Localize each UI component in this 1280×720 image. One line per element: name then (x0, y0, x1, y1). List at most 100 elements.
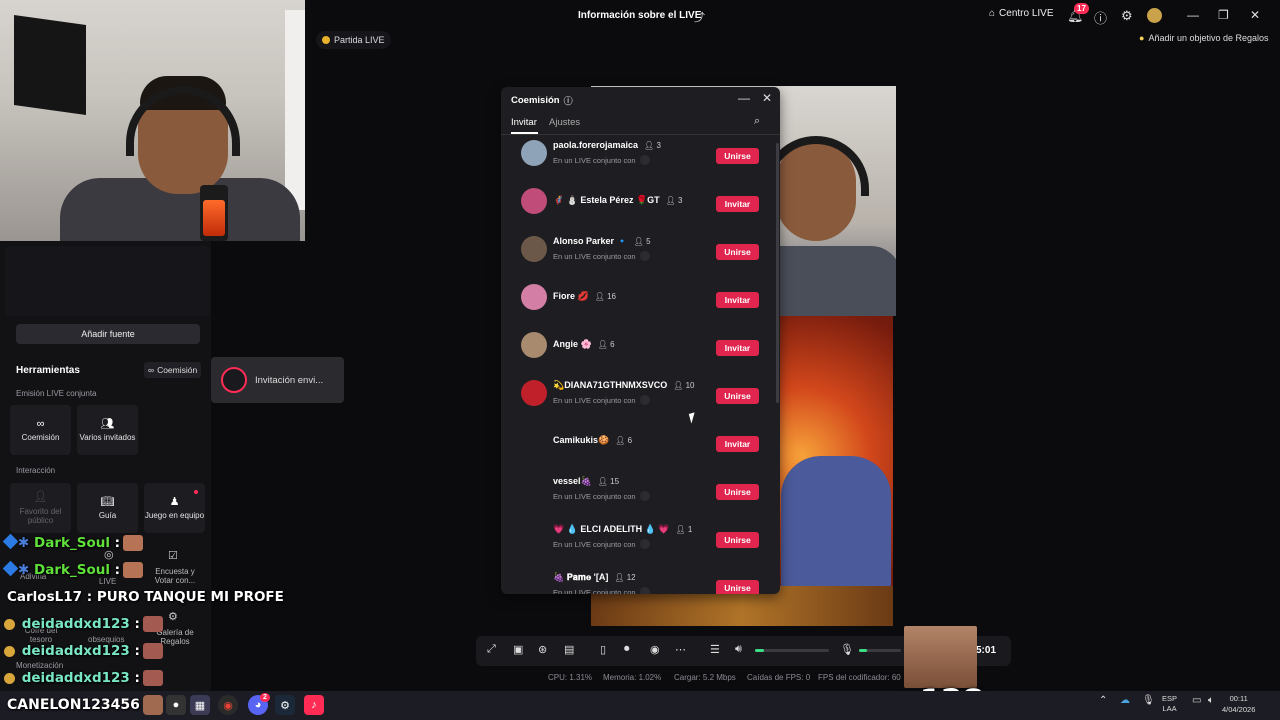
mic-icon[interactable]: 🎙︎ (840, 643, 854, 656)
cohost-row: paola.forerojamaica 👤︎ 3 En un LIVE conjun… (501, 130, 780, 178)
add-gift-goal-button[interactable]: ● Añadir un objetivo de Regalos (1139, 33, 1269, 43)
section-monetizacion: Monetización (16, 661, 64, 670)
joint-live-subtitle: En un LIVE conjunto con (553, 155, 650, 165)
camera-icon[interactable]: ◉ (650, 643, 660, 656)
invite-button[interactable]: Invitar (716, 292, 759, 308)
magic-icon[interactable]: ⤢ (487, 643, 496, 656)
host-mini-avatar (639, 155, 650, 165)
user-avatar[interactable] (521, 524, 547, 550)
coemision-chip[interactable]: ∞ Coemisión (144, 362, 202, 378)
chat-line: CarlosL17 : PURO TANQUE MI PROFE (7, 589, 284, 605)
participant-count: 👤︎ 6 (615, 436, 633, 445)
add-source-button[interactable]: Añadir fuente (16, 324, 200, 344)
close-icon[interactable]: ✕ (1250, 8, 1260, 22)
layout-icon[interactable]: ▣ (513, 643, 523, 656)
discord-badge: 2 (260, 693, 270, 702)
cloud-icon[interactable]: ☁ (1120, 694, 1130, 707)
cohost-row: Fiore 💋 👤︎ 16 Invitar (501, 274, 780, 322)
more-icon[interactable]: ⋯ (675, 643, 686, 656)
user-avatar[interactable] (521, 476, 547, 502)
tool-coemision[interactable]: ∞ Coemisión (10, 405, 71, 455)
chrome-icon[interactable]: ◉ (218, 695, 238, 715)
chat-line: deidaddxd123 : (4, 643, 163, 659)
join-button[interactable]: Unirse (716, 580, 759, 594)
chat-line: deidaddxd123 : (4, 670, 163, 686)
user-avatar[interactable] (521, 572, 547, 594)
chat-line: ✱ Dark_Soul : (2, 533, 144, 551)
volume-icon[interactable]: 🔊︎ (735, 643, 742, 656)
host-mini-avatar (639, 251, 650, 261)
tool-live[interactable]: LIVE (99, 577, 116, 586)
cohost-row: 💫DIANA71GTHNMXSVCO 👤︎ 10 En un LIVE conjun… (501, 370, 780, 418)
participant-count: 👤︎ 5 (633, 237, 651, 246)
maximize-icon[interactable]: ❐ (1218, 8, 1229, 22)
taskbar-app-avatar[interactable] (143, 695, 163, 715)
network-icon[interactable]: ▭ (1192, 694, 1201, 707)
record-icon[interactable]: ⏺ (624, 643, 630, 656)
steam-icon[interactable]: ⚙ (275, 695, 295, 715)
join-button[interactable]: Unirse (716, 244, 759, 260)
panel-close-icon[interactable]: ✕ (762, 91, 772, 105)
chevron-up-icon[interactable]: ⌃ (1099, 694, 1107, 707)
join-button[interactable]: Unirse (716, 148, 759, 164)
mic-slider[interactable] (859, 649, 901, 652)
settings-icon[interactable]: ⚙ (1121, 8, 1133, 24)
clock[interactable]: 00:11 4/04/2026 (1222, 694, 1255, 715)
invite-button[interactable]: Invitar (716, 340, 759, 356)
tab-ajustes[interactable]: Ajustes (549, 117, 580, 128)
tools-title: Herramientas (16, 365, 80, 376)
cohost-row: Camikukis🍪 👤︎ 6 Invitar (501, 418, 780, 466)
help-icon[interactable]: ⓘ (564, 94, 573, 107)
taskbar-app-obs[interactable]: ● (166, 695, 186, 715)
tool-favorito[interactable]: 👤︎ Favorito del público (10, 483, 71, 533)
speaker-icon[interactable]: 🔈︎ (1208, 694, 1214, 707)
tool-encuesta[interactable]: Encuesta y Votar con... (148, 567, 202, 585)
invite-button[interactable]: Invitar (716, 436, 759, 452)
person-icon: 👤︎ (597, 340, 611, 349)
user-avatar[interactable] (521, 140, 547, 166)
invitation-toast: Invitación envi... (211, 357, 344, 403)
invite-button[interactable]: Invitar (716, 196, 759, 212)
user-name: 💫DIANA71GTHNMXSVCO 👤︎ 10 (553, 380, 695, 390)
tool-guia[interactable]: 📖︎ Guía (77, 483, 138, 533)
user-avatar[interactable] (521, 236, 547, 262)
share-icon[interactable]: ⤴ (694, 9, 706, 24)
joint-live-subtitle: En un LIVE conjunto con (553, 395, 650, 405)
minimize-icon[interactable]: — (1187, 8, 1199, 22)
user-avatar[interactable] (521, 332, 547, 358)
mic-tray-icon[interactable]: 🎙︎ (1142, 694, 1155, 707)
effects-icon[interactable]: ⊛ (538, 643, 547, 656)
help-icon[interactable]: ⓘ (1094, 8, 1107, 27)
stat-cargar: Cargar: 5.2 Mbps (674, 673, 736, 682)
equalizer-icon[interactable]: ☰ (710, 643, 720, 656)
tab-invitar[interactable]: Invitar (511, 117, 537, 128)
tool-varios-invitados[interactable]: 👥︎ Varios invitados (77, 405, 138, 455)
language-indicator[interactable]: ESP LAA (1162, 694, 1177, 714)
partida-live-chip[interactable]: Partida LIVE (316, 31, 391, 49)
user-avatar[interactable] (521, 188, 547, 214)
search-icon[interactable]: ⌕ (754, 115, 760, 128)
live-info-title[interactable]: Información sobre el LIVE (578, 10, 701, 21)
user-avatar[interactable] (521, 380, 547, 406)
user-avatar[interactable] (521, 284, 547, 310)
panel-minimize-icon[interactable]: — (738, 91, 750, 105)
coemision-panel: Coemisión ⓘ — ✕ Invitar Ajustes ⌕ paola.… (501, 87, 780, 594)
centro-live-button[interactable]: ⌂ Centro LIVE (989, 8, 1054, 19)
phone-icon[interactable]: ▯ (600, 643, 606, 656)
profile-avatar[interactable] (1147, 8, 1162, 23)
user-avatar[interactable] (521, 428, 547, 454)
overlay-icon[interactable]: ▤ (564, 643, 574, 656)
host-mini-avatar (639, 539, 650, 549)
join-button[interactable]: Unirse (716, 484, 759, 500)
tiktok-live-icon[interactable]: ♪ (304, 695, 324, 715)
chat-line: ✱ Dark_Soul : (2, 560, 144, 578)
cohost-row: 🦸 ⛄ Estela Pérez 🌹GT 👤︎ 3 Invitar (501, 178, 780, 226)
person-icon: 👤︎ (597, 477, 611, 486)
volume-slider[interactable] (755, 649, 829, 652)
stat-fps: FPS del codificador: 60 (818, 673, 901, 682)
host-mini-avatar (639, 395, 650, 405)
join-button[interactable]: Unirse (716, 532, 759, 548)
join-button[interactable]: Unirse (716, 388, 759, 404)
taskbar-app-window[interactable]: ▦ (190, 695, 210, 715)
participant-count: 👤︎ 6 (597, 340, 615, 349)
